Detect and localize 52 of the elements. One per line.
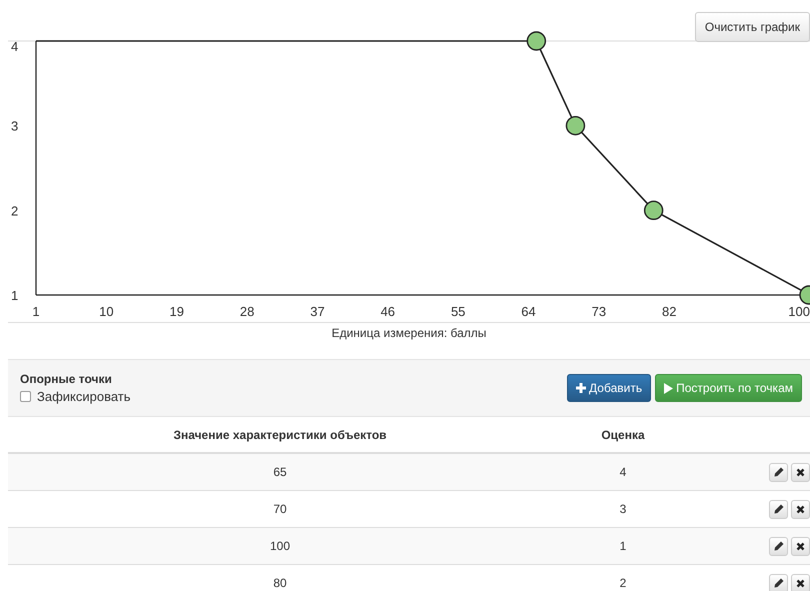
- x-tick-label: 73: [592, 304, 606, 319]
- checkbox[interactable]: [20, 391, 31, 402]
- table-cell: 4: [620, 465, 626, 479]
- edit-button[interactable]: [769, 574, 788, 591]
- close-icon: [796, 504, 805, 514]
- x-tick-label: 46: [380, 304, 396, 319]
- delete-button[interactable]: [791, 574, 810, 591]
- table-cell: 65: [273, 465, 287, 479]
- edit-button[interactable]: [769, 536, 788, 556]
- pencil-icon: [774, 467, 784, 477]
- close-icon: [796, 578, 805, 588]
- pencil-icon: [774, 504, 784, 514]
- delete-button[interactable]: [791, 536, 810, 556]
- table-cell: 1: [620, 539, 626, 553]
- edit-button[interactable]: [769, 462, 788, 482]
- y-tick-label: 4: [11, 39, 18, 54]
- table-cell: 3: [620, 502, 626, 516]
- x-tick-label: 100: [788, 304, 810, 319]
- x-tick-label: 1: [32, 304, 40, 319]
- checkbox-label: Зафиксировать: [37, 389, 131, 404]
- x-tick-label: 19: [170, 304, 184, 319]
- x-tick-label: 10: [99, 304, 114, 319]
- pencil-icon: [774, 578, 784, 588]
- delete-button[interactable]: [791, 500, 810, 518]
- y-tick-label: 3: [11, 118, 18, 134]
- x-tick-label: 28: [240, 304, 254, 319]
- table-cell: 2: [620, 576, 626, 590]
- data-point[interactable]: [644, 200, 664, 220]
- add-button[interactable]: Добавить: [567, 374, 652, 402]
- plus-icon: [576, 383, 586, 393]
- y-tick-label: 2: [11, 203, 18, 218]
- delete-button[interactable]: [791, 462, 810, 482]
- build-button[interactable]: Построить по точкам: [655, 374, 802, 402]
- play-icon: [664, 382, 674, 394]
- data-point[interactable]: [799, 285, 810, 305]
- close-icon: [796, 468, 805, 476]
- x-tick-label: 82: [662, 304, 676, 319]
- close-icon: [796, 542, 805, 550]
- table-cell: 70: [273, 502, 287, 516]
- panel-title: Опорные точки: [20, 372, 113, 386]
- table-cell: 80: [273, 576, 287, 590]
- table-cell: 100: [270, 539, 290, 553]
- data-point[interactable]: [526, 31, 546, 51]
- x-tick-label: 64: [521, 304, 536, 319]
- clear-chart-button[interactable]: Очистить график: [694, 12, 810, 42]
- data-point[interactable]: [566, 116, 586, 136]
- x-axis-title: Единица измерения: баллы: [332, 326, 486, 340]
- x-tick-label: 55: [450, 304, 466, 319]
- pencil-icon: [774, 541, 784, 551]
- x-tick-label: 37: [310, 304, 325, 319]
- edit-button[interactable]: [769, 500, 788, 518]
- y-tick-label: 1: [11, 288, 18, 303]
